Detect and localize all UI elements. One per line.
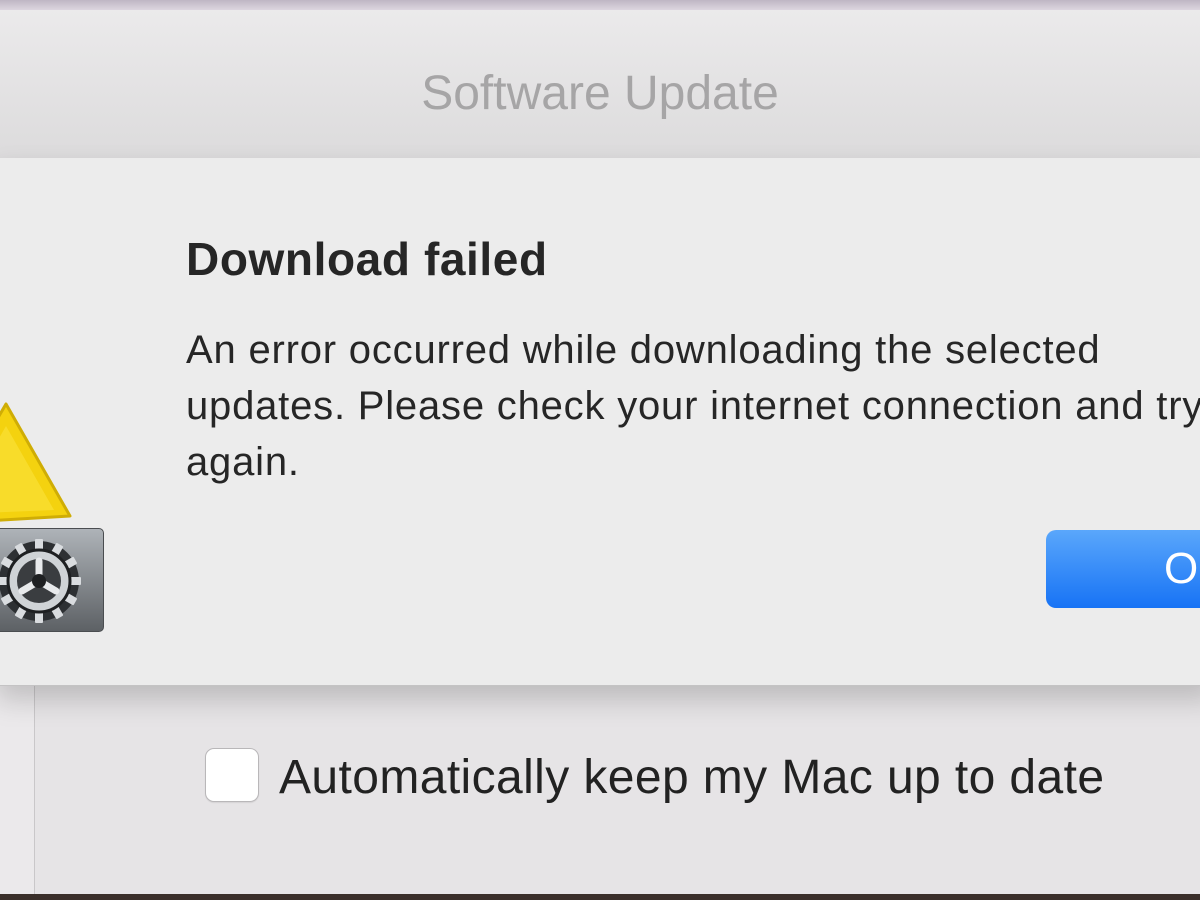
warning-triangle-icon: [0, 402, 72, 522]
alert-message: An error occurred while downloading the …: [186, 328, 1200, 484]
ok-button[interactable]: OK: [1046, 530, 1200, 608]
window-top-edge: [0, 0, 1200, 10]
alert-icon: [0, 402, 110, 636]
sidebar-edge: [0, 685, 35, 900]
alert-title: Download failed: [186, 233, 548, 285]
auto-update-label[interactable]: Automatically keep my Mac up to date: [279, 750, 1104, 805]
screen: Software Update Automatically keep my Ma…: [0, 0, 1200, 900]
window-title: Software Update: [421, 67, 779, 120]
titlebar: Software Update: [0, 10, 1200, 161]
system-preferences-badge: [0, 528, 104, 632]
ok-button-label: OK: [1164, 544, 1200, 593]
desktop-background-strip: [0, 894, 1200, 900]
auto-update-checkbox[interactable]: [205, 748, 259, 802]
gear-icon: [0, 539, 81, 623]
